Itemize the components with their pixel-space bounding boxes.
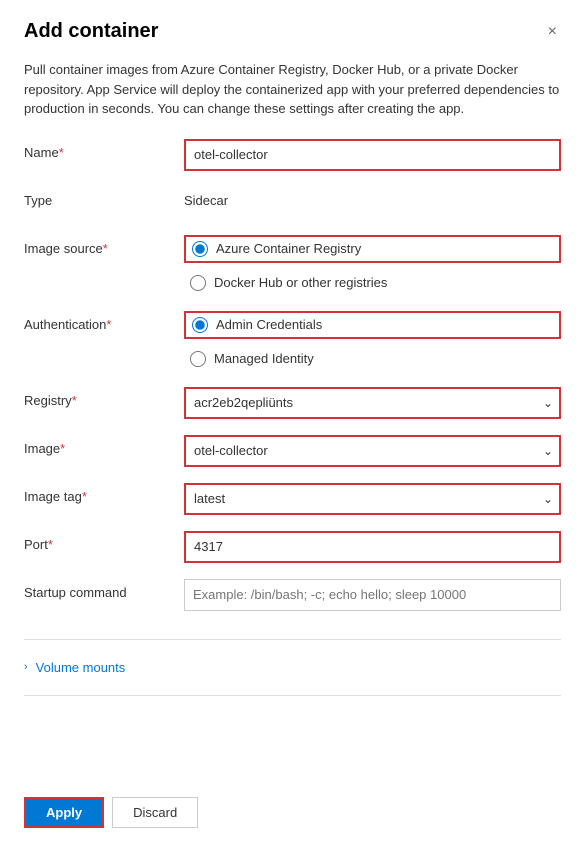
close-button[interactable]: × <box>544 20 561 44</box>
image-source-label: Image source* <box>24 235 184 256</box>
volume-mounts-row[interactable]: › Volume mounts <box>24 652 561 683</box>
port-label: Port* <box>24 531 184 552</box>
divider <box>24 639 561 640</box>
dialog-title: Add container <box>24 20 158 43</box>
apply-button[interactable]: Apply <box>24 797 104 828</box>
auth-managed-radio[interactable] <box>190 351 206 367</box>
name-row: Name* <box>24 139 561 171</box>
image-tag-select[interactable]: latest <box>184 483 561 515</box>
image-source-acr-radio[interactable] <box>192 241 208 257</box>
dialog-header: Add container × <box>24 20 561 44</box>
image-tag-select-wrapper: latest ⌄ <box>184 483 561 515</box>
image-select-wrapper: otel-collector ⌄ <box>184 435 561 467</box>
image-select[interactable]: otel-collector <box>184 435 561 467</box>
image-source-docker-radio[interactable] <box>190 275 206 291</box>
name-control <box>184 139 561 171</box>
authentication-row: Authentication* Admin Credentials Manage… <box>24 311 561 371</box>
acr-label: Azure Container Registry <box>216 241 361 256</box>
admin-creds-label: Admin Credentials <box>216 317 322 332</box>
image-source-acr-option[interactable]: Azure Container Registry <box>184 235 561 263</box>
image-source-docker-option[interactable]: Docker Hub or other registries <box>184 271 561 295</box>
startup-command-row: Startup command <box>24 579 561 611</box>
type-value: Sidecar <box>184 187 561 208</box>
auth-managed-option[interactable]: Managed Identity <box>184 347 561 371</box>
name-label: Name* <box>24 139 184 160</box>
footer-divider <box>24 695 561 696</box>
discard-button[interactable]: Discard <box>112 797 198 828</box>
image-tag-label: Image tag* <box>24 483 184 504</box>
volume-mounts-chevron-icon: › <box>24 661 28 673</box>
auth-admin-radio[interactable] <box>192 317 208 333</box>
image-tag-row: Image tag* latest ⌄ <box>24 483 561 515</box>
volume-mounts-label: Volume mounts <box>36 660 126 675</box>
type-label: Type <box>24 187 184 208</box>
startup-command-input[interactable] <box>184 579 561 611</box>
image-source-row: Image source* Azure Container Registry D… <box>24 235 561 295</box>
name-input[interactable] <box>184 139 561 171</box>
dialog-description: Pull container images from Azure Contain… <box>24 60 561 119</box>
port-row: Port* <box>24 531 561 563</box>
registry-row: Registry* acr2eb2qepliünts ⌄ <box>24 387 561 419</box>
add-container-dialog: Add container × Pull container images fr… <box>0 0 585 852</box>
image-row: Image* otel-collector ⌄ <box>24 435 561 467</box>
authentication-label: Authentication* <box>24 311 184 332</box>
type-row: Type Sidecar <box>24 187 561 219</box>
registry-label: Registry* <box>24 387 184 408</box>
registry-select-wrapper: acr2eb2qepliünts ⌄ <box>184 387 561 419</box>
startup-command-label: Startup command <box>24 579 184 600</box>
image-label: Image* <box>24 435 184 456</box>
footer: Apply Discard <box>24 781 561 828</box>
port-input[interactable] <box>184 531 561 563</box>
managed-identity-label: Managed Identity <box>214 351 314 366</box>
registry-select[interactable]: acr2eb2qepliünts <box>184 387 561 419</box>
docker-label: Docker Hub or other registries <box>214 275 387 290</box>
auth-admin-option[interactable]: Admin Credentials <box>184 311 561 339</box>
